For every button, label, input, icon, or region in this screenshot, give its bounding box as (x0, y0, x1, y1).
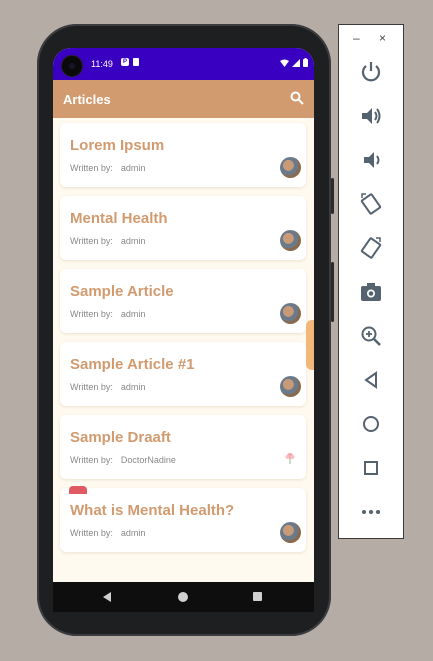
article-author: admin (120, 309, 146, 319)
volume-down-icon[interactable] (359, 148, 383, 172)
article-card[interactable]: Sample Draaft Written by: DoctorNadine (60, 415, 306, 479)
written-by-label: Written by: (70, 382, 113, 392)
article-card[interactable]: What is Mental Health? Written by: admin (60, 488, 306, 552)
status-bar: 11:49 P (53, 48, 314, 80)
flower-avatar-icon (285, 453, 295, 464)
rotate-right-icon[interactable] (359, 236, 383, 260)
emulator-toolbar: – × (338, 24, 404, 539)
power-icon[interactable] (359, 60, 383, 84)
more-icon[interactable] (359, 500, 383, 524)
rotate-left-icon[interactable] (359, 192, 383, 216)
article-meta: Written by: DoctorNadine (70, 455, 176, 465)
sim-icon (133, 58, 139, 66)
article-meta: Written by: admin (70, 309, 145, 319)
camera-icon[interactable] (359, 280, 383, 304)
side-tab-handle[interactable] (306, 320, 314, 370)
article-author: admin (120, 528, 146, 538)
notification-icons: P (121, 58, 139, 66)
author-avatar (280, 230, 301, 251)
article-meta: Written by: admin (70, 236, 145, 246)
article-card[interactable]: Mental Health Written by: admin (60, 196, 306, 260)
home-circle-icon[interactable] (359, 412, 383, 436)
article-author: admin (120, 382, 146, 392)
red-tab-marker (69, 486, 87, 494)
android-nav-bar (53, 582, 314, 612)
cell-signal-icon (292, 58, 300, 67)
close-button[interactable]: × (379, 31, 386, 45)
article-title: Lorem Ipsum (70, 137, 165, 154)
search-icon[interactable] (290, 91, 304, 105)
status-time: 11:49 (91, 59, 113, 69)
written-by-label: Written by: (70, 163, 113, 173)
app-notification-icon: P (121, 58, 129, 66)
written-by-label: Written by: (70, 236, 113, 246)
article-title: Mental Health (70, 210, 168, 227)
author-avatar (280, 157, 301, 178)
article-title: Sample Draaft (70, 429, 171, 446)
article-author: admin (120, 236, 146, 246)
article-title: Sample Article #1 (70, 356, 195, 373)
toolbar-window-controls: – × (339, 31, 403, 47)
back-icon[interactable] (103, 592, 111, 602)
app-bar: Articles (53, 80, 314, 118)
written-by-label: Written by: (70, 528, 113, 538)
author-avatar (280, 522, 301, 543)
wifi-icon (280, 59, 289, 67)
phone-side-button (331, 178, 334, 214)
minimize-button[interactable]: – (353, 31, 360, 45)
page-title: Articles (63, 92, 111, 107)
volume-up-icon[interactable] (359, 104, 383, 128)
front-camera (62, 56, 82, 76)
article-card[interactable]: Sample Article #1 Written by: admin (60, 342, 306, 406)
phone-volume-button (331, 262, 334, 322)
overview-square-icon[interactable] (359, 456, 383, 480)
written-by-label: Written by: (70, 455, 113, 465)
battery-icon (303, 58, 308, 67)
article-title: What is Mental Health? (70, 502, 235, 519)
article-author: admin (120, 163, 146, 173)
article-card[interactable]: Sample Article Written by: admin (60, 269, 306, 333)
system-icons (280, 58, 308, 67)
written-by-label: Written by: (70, 309, 113, 319)
zoom-icon[interactable] (359, 324, 383, 348)
article-meta: Written by: admin (70, 382, 145, 392)
article-title: Sample Article (70, 283, 174, 300)
article-meta: Written by: admin (70, 163, 145, 173)
article-card[interactable]: Lorem Ipsum Written by: admin (60, 123, 306, 187)
recents-icon[interactable] (253, 592, 262, 601)
article-author: DoctorNadine (120, 455, 176, 465)
author-avatar (280, 303, 301, 324)
back-triangle-icon[interactable] (359, 368, 383, 392)
phone-screen: 11:49 P Articles Lorem Ipsum Written by:… (53, 48, 314, 582)
article-meta: Written by: admin (70, 528, 145, 538)
author-avatar (280, 376, 301, 397)
home-icon[interactable] (178, 592, 188, 602)
